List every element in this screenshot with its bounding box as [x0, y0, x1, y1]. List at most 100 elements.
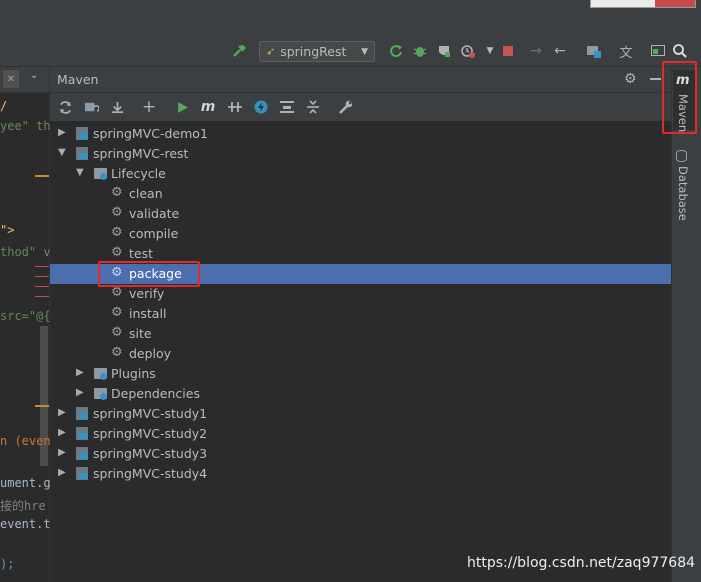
debug-bug-icon[interactable]	[412, 43, 428, 59]
chevron-right-icon[interactable]: ▶	[58, 467, 66, 478]
goal-label: compile	[129, 226, 179, 241]
run-config-dropdown[interactable]: ➶ springRest ▼	[259, 41, 375, 62]
translate-icon[interactable]: 文	[618, 43, 634, 61]
skip-tests-icon[interactable]	[253, 99, 269, 115]
rerun-icon[interactable]	[388, 43, 404, 59]
forward-arrow-icon[interactable]: →	[528, 43, 544, 59]
tree-node-label: Plugins	[111, 366, 156, 381]
lifecycle-goal[interactable]: ⚙ install	[50, 304, 671, 324]
tree-node-project[interactable]: ▶ springMVC-study1	[50, 404, 671, 424]
gear-icon: ⚙	[111, 205, 123, 220]
download-icon[interactable]	[109, 99, 125, 115]
lifecycle-goal[interactable]: ⚙ compile	[50, 224, 671, 244]
tree-node-lifecycle[interactable]: ▼ Lifecycle	[50, 164, 671, 184]
code-text: n (even	[0, 434, 51, 448]
window-close-button[interactable]	[655, 0, 695, 7]
coverage-icon[interactable]	[436, 43, 452, 59]
code-line: ument.g	[0, 476, 51, 490]
gear-icon: ⚙	[111, 325, 123, 340]
code-line: event.t	[0, 517, 51, 531]
code-text: event.t	[0, 517, 51, 531]
window-controls[interactable]	[590, 0, 696, 8]
chevron-right-icon[interactable]: ▶	[58, 447, 66, 458]
code-text: 接的hre	[0, 499, 46, 513]
chevron-down-icon: ▼	[361, 46, 368, 57]
stop-icon[interactable]	[500, 43, 516, 59]
lifecycle-goal[interactable]: ⚙ clean	[50, 184, 671, 204]
maven-project-icon	[76, 127, 88, 140]
search-icon[interactable]	[672, 43, 688, 59]
lifecycle-goal[interactable]: ⚙ deploy	[50, 344, 671, 364]
chevron-right-icon[interactable]: ▶	[76, 367, 84, 378]
tree-node-label: Dependencies	[111, 386, 200, 401]
presentation-icon[interactable]	[650, 43, 666, 59]
gear-icon: ⚙	[111, 185, 123, 200]
code-line: n (even	[0, 434, 51, 448]
add-icon[interactable]: +	[141, 97, 157, 117]
maven-project-icon	[76, 407, 88, 420]
tree-node-project[interactable]: ▶ springMVC-study4	[50, 464, 671, 484]
gear-icon: ⚙	[111, 305, 123, 320]
lifecycle-goal[interactable]: ⚙ verify	[50, 284, 671, 304]
project-structure-icon[interactable]	[586, 43, 602, 59]
maven-project-icon	[76, 427, 88, 440]
lifecycle-goal[interactable]: ⚙ site	[50, 324, 671, 344]
chevron-right-icon[interactable]: ▶	[58, 407, 66, 418]
collapse-all-icon[interactable]	[305, 99, 321, 115]
gear-icon[interactable]: ⚙	[624, 71, 637, 87]
tree-node-label: springMVC-rest	[93, 146, 189, 161]
chevron-down-icon[interactable]: ▼	[482, 43, 498, 59]
lifecycle-goal[interactable]: ⚙ validate	[50, 204, 671, 224]
tree-node-project[interactable]: ▶ springMVC-study2	[50, 424, 671, 444]
chevron-down-icon[interactable]: ▼	[58, 147, 66, 158]
spring-config-icon: ➶	[266, 45, 276, 58]
tree-node-label: springMVC-study3	[93, 446, 208, 461]
tree-node-label: springMVC-study4	[93, 466, 208, 481]
error-stripe	[35, 296, 49, 297]
back-arrow-icon[interactable]: ←	[552, 43, 568, 59]
tree-node-dependencies[interactable]: ▶ Dependencies	[50, 384, 671, 404]
code-fragment: /	[0, 99, 8, 113]
wrench-icon[interactable]	[338, 99, 354, 115]
code-line: src="@{	[0, 309, 51, 323]
code-text: ument.g	[0, 476, 51, 490]
goal-label: test	[129, 246, 154, 261]
close-tab-icon[interactable]: ✕	[3, 70, 19, 88]
gear-icon: ⚙	[111, 285, 123, 300]
folder-icon	[94, 168, 107, 180]
highlight-box-maven-tab	[662, 61, 697, 134]
chevron-right-icon[interactable]: ▶	[58, 427, 66, 438]
error-stripe	[35, 266, 49, 267]
gear-icon: ⚙	[111, 345, 123, 360]
reload-icon[interactable]	[57, 99, 73, 115]
highlight-box-package	[98, 261, 200, 287]
code-line: 接的hre	[0, 497, 46, 514]
code-text: );	[0, 557, 15, 571]
profiler-icon[interactable]	[460, 43, 476, 59]
code-text: thod" v	[0, 245, 51, 259]
minimize-icon[interactable]	[650, 78, 661, 80]
chevron-down-icon[interactable]: ▼	[76, 167, 84, 178]
chevron-right-icon[interactable]: ▶	[58, 127, 66, 138]
tree-node-plugins[interactable]: ▶ Plugins	[50, 364, 671, 384]
show-dependencies-icon[interactable]	[279, 99, 295, 115]
database-icon	[676, 150, 687, 162]
chevron-right-icon[interactable]: ▶	[76, 387, 84, 398]
chevron-down-icon[interactable]: ⌄	[30, 70, 38, 81]
generate-sources-icon[interactable]	[83, 99, 99, 115]
tree-node-project[interactable]: ▶ springMVC-demo1	[50, 124, 671, 144]
goal-label: verify	[129, 286, 165, 301]
run-icon[interactable]	[174, 99, 190, 115]
tree-node-label: Lifecycle	[111, 166, 166, 181]
tree-node-project[interactable]: ▼ springMVC-rest	[50, 144, 671, 164]
maven-goal-icon[interactable]: m	[200, 99, 216, 115]
maven-project-icon	[76, 447, 88, 460]
code-line: yee" th	[0, 119, 51, 133]
tree-node-label: springMVC-demo1	[93, 126, 208, 141]
build-hammer-icon[interactable]	[232, 43, 248, 59]
goal-label: deploy	[129, 346, 172, 361]
toggle-offline-icon[interactable]	[227, 99, 243, 115]
database-side-tab-label[interactable]: Database	[676, 166, 690, 221]
tree-node-project[interactable]: ▶ springMVC-study3	[50, 444, 671, 464]
folder-icon	[94, 388, 107, 400]
